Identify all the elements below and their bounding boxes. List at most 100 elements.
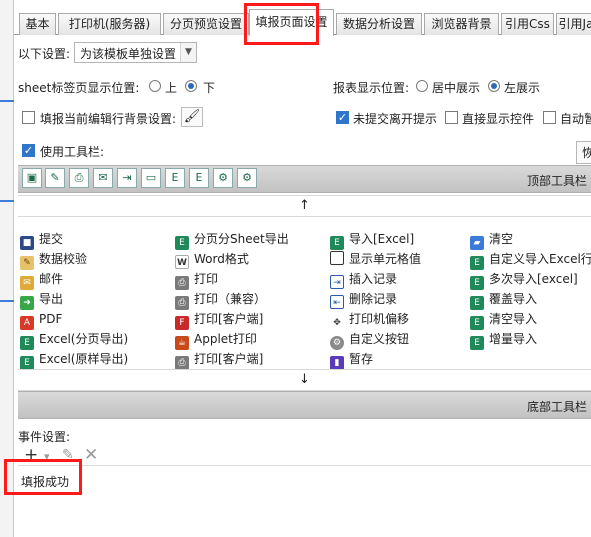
button-item[interactable]: ⇤ 删除记录 xyxy=(330,289,397,309)
template-select[interactable]: 为该模板单独设置 ▼ xyxy=(74,42,197,63)
chevron-down-icon[interactable]: ▾ xyxy=(44,450,50,463)
button-item[interactable]: E 分页分Sheet导出 xyxy=(175,229,289,250)
printer-icon: ⎙ xyxy=(175,296,189,310)
tab-printer-server[interactable]: 打印机(服务器) xyxy=(58,13,161,35)
button-item[interactable]: 显示单元格值 xyxy=(330,249,421,269)
button-item[interactable]: E Excel(分页导出) xyxy=(20,329,129,350)
button-item[interactable]: E 增量导入 xyxy=(470,329,537,350)
event-item-fill-success[interactable]: 填报成功 xyxy=(21,473,69,490)
tab-fill-page-settings[interactable]: 填报页面设置 xyxy=(249,9,334,36)
button-item[interactable]: ■ 提交 xyxy=(20,229,64,250)
left-panel-strip xyxy=(0,0,14,537)
check-pencil-icon: ✎ xyxy=(20,256,34,270)
gear-icon[interactable]: ⚙ xyxy=(213,168,233,188)
button-item[interactable]: ▮ 暂存 xyxy=(330,349,373,370)
button-item[interactable]: W Word格式 xyxy=(175,249,249,269)
checkbox-auto[interactable] xyxy=(543,111,556,124)
edit-icon[interactable]: ✎ xyxy=(62,447,74,463)
insert-row-icon[interactable]: ⇥ xyxy=(117,168,137,188)
button-item[interactable]: E 多次导入[excel] xyxy=(470,269,578,290)
button-item[interactable]: ✉ 邮件 xyxy=(20,269,63,290)
button-item[interactable]: ⇥ 插入记录 xyxy=(330,269,397,289)
button-label: 分页分Sheet导出 xyxy=(194,232,289,246)
tab-pagination-preview[interactable]: 分页预览设置 xyxy=(163,13,249,35)
button-label: 导入[Excel] xyxy=(349,232,415,246)
checkbox-row-background[interactable] xyxy=(22,111,35,124)
event-settings-label: 事件设置: xyxy=(18,430,71,444)
excel-icon: E xyxy=(470,256,484,270)
excel-icon[interactable]: E xyxy=(165,168,185,188)
button-label: 插入记录 xyxy=(349,272,398,286)
radio-sheet-top[interactable] xyxy=(149,80,161,92)
button-label: 提交 xyxy=(39,232,64,246)
button-label: 打印[客户端] xyxy=(194,312,264,326)
direct-widget-label: 直接显示控件 xyxy=(462,112,535,126)
tab-browser-background[interactable]: 浏览器背景 xyxy=(424,13,499,35)
restore-button[interactable]: 恢 xyxy=(576,141,591,164)
gear-icon: ⚙ xyxy=(330,336,344,350)
button-item[interactable]: ⎙ 打印（兼容） xyxy=(175,289,266,310)
button-label: 导出 xyxy=(39,292,64,306)
excel-icon: E xyxy=(20,336,34,350)
gear-icon[interactable]: ⚙ xyxy=(237,168,257,188)
button-item[interactable]: ✎ 数据校验 xyxy=(20,249,88,270)
sheet-top-label: 上 xyxy=(165,81,178,95)
add-icon[interactable]: + xyxy=(24,445,38,465)
button-label: 显示单元格值 xyxy=(349,252,422,266)
button-item[interactable]: ➜ 导出 xyxy=(20,289,64,310)
button-item[interactable]: E 自定义导入Excel行 xyxy=(470,249,591,270)
button-label: Excel(原样导出) xyxy=(39,352,129,366)
button-label: 数据校验 xyxy=(39,252,88,266)
printer-icon[interactable]: ⎙ xyxy=(69,168,89,188)
export-icon: ➜ xyxy=(20,296,34,310)
button-item[interactable]: ▰ 清空 xyxy=(470,229,513,250)
save-icon: ■ xyxy=(20,236,34,250)
button-label: Excel(分页导出) xyxy=(39,332,129,346)
button-item[interactable]: ☕ Applet打印 xyxy=(175,329,257,350)
cell-grid-icon[interactable]: ▭ xyxy=(141,168,161,188)
checkbox-unsubmitted-warning[interactable]: ✓ xyxy=(336,111,349,124)
mail-icon: ✉ xyxy=(20,276,34,290)
button-label: 打印[客户端] xyxy=(194,352,264,366)
excel-icon: E xyxy=(470,316,484,330)
button-item[interactable]: E 覆盖导入 xyxy=(470,289,537,310)
button-item[interactable]: ⎙ 打印 xyxy=(175,269,218,290)
button-label: 删除记录 xyxy=(349,292,398,306)
tab-data-analysis[interactable]: 数据分析设置 xyxy=(336,13,422,35)
save-icon[interactable]: ▣ xyxy=(22,168,42,188)
sheet-bottom-label: 下 xyxy=(203,81,216,95)
tab-css[interactable]: 引用Css xyxy=(501,13,554,35)
button-item[interactable]: ⎙ 打印[客户端] xyxy=(175,349,264,370)
radio-sheet-bottom[interactable] xyxy=(185,80,197,92)
excel-icon[interactable]: E xyxy=(189,168,209,188)
button-label: 自定义导入Excel行 xyxy=(489,252,591,266)
pause-icon: ▮ xyxy=(330,356,344,370)
button-item[interactable]: F 打印[客户端] xyxy=(175,309,264,330)
strip-marker xyxy=(0,300,14,302)
button-item[interactable]: A PDF xyxy=(20,309,62,330)
move-up-button[interactable]: ↑ xyxy=(18,195,591,217)
template-select-value: 为该模板单独设置 xyxy=(80,47,177,61)
button-item[interactable]: ✥ 打印机偏移 xyxy=(330,309,410,330)
tab-basic[interactable]: 基本 xyxy=(19,13,56,35)
button-item[interactable]: E 导入[Excel] xyxy=(330,229,415,250)
button-label: Applet打印 xyxy=(194,332,257,346)
paint-bucket-button[interactable]: 🖌 xyxy=(181,107,203,127)
radio-report-center[interactable] xyxy=(416,80,428,92)
checkbox-use-toolbar[interactable]: ✓ xyxy=(22,144,35,157)
pdf-icon: A xyxy=(20,316,34,330)
printer-icon: ⎙ xyxy=(175,276,189,290)
sheet-position-label: sheet标签页显示位置: xyxy=(18,81,140,95)
template-setting-label: 以下设置: xyxy=(18,47,71,61)
checkbox-direct-widget[interactable] xyxy=(445,111,458,124)
button-item[interactable]: ⚙ 自定义按钮 xyxy=(330,329,409,350)
radio-report-left[interactable] xyxy=(488,80,500,92)
button-item[interactable]: E Excel(原样导出) xyxy=(20,349,129,370)
delete-icon[interactable]: ✕ xyxy=(84,445,98,465)
check-pencil-icon[interactable]: ✎ xyxy=(45,168,65,188)
move-down-button[interactable]: ↓ xyxy=(18,369,591,391)
button-item[interactable]: E 清空导入 xyxy=(470,309,537,330)
button-label: 打印机偏移 xyxy=(349,312,410,326)
tab-js[interactable]: 引用Ja xyxy=(556,13,591,35)
mail-icon[interactable]: ✉ xyxy=(93,168,113,188)
